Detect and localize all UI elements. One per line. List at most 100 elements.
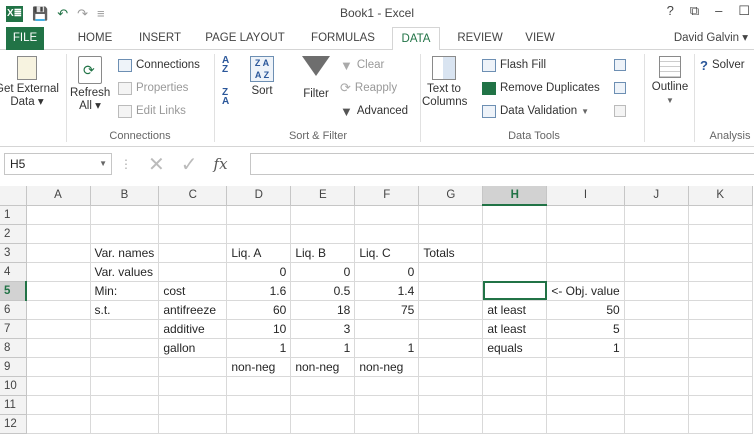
cell-c12[interactable] bbox=[158, 414, 228, 434]
formula-input[interactable] bbox=[250, 153, 754, 175]
cell-k5[interactable] bbox=[688, 281, 753, 301]
cell-j3[interactable] bbox=[624, 243, 689, 263]
solver-button[interactable]: ? Solver bbox=[700, 56, 745, 74]
cell-j6[interactable] bbox=[624, 300, 689, 320]
cell-a3[interactable] bbox=[26, 243, 91, 263]
cancel-icon[interactable]: ✕ bbox=[148, 152, 165, 177]
cell-f11[interactable] bbox=[354, 395, 420, 415]
column-header-k[interactable]: K bbox=[688, 186, 753, 206]
cell-k6[interactable] bbox=[688, 300, 753, 320]
tab-formulas[interactable]: FORMULAS bbox=[306, 27, 380, 50]
cell-e7[interactable]: 3 bbox=[290, 319, 356, 339]
get-external-data-button[interactable]: Get External Data ▾ bbox=[0, 56, 62, 109]
cell-d7[interactable]: 10 bbox=[226, 319, 292, 339]
cell-h11[interactable] bbox=[482, 395, 548, 415]
cell-e9[interactable]: non-neg bbox=[290, 357, 356, 377]
outline-button[interactable]: Outline ▼ bbox=[648, 56, 692, 107]
cell-g12[interactable] bbox=[418, 414, 484, 434]
row-header[interactable]: 2 bbox=[0, 224, 27, 244]
sort-button[interactable]: Z AA Z Sort bbox=[244, 56, 280, 98]
cell-h8[interactable]: equals bbox=[482, 338, 548, 358]
row-header[interactable]: 7 bbox=[0, 319, 27, 339]
cell-j10[interactable] bbox=[624, 376, 689, 396]
column-header-e[interactable]: E bbox=[290, 186, 356, 206]
cell-g3[interactable]: Totals bbox=[418, 243, 484, 263]
cell-f9[interactable]: non-neg bbox=[354, 357, 420, 377]
tab-review[interactable]: REVIEW bbox=[452, 27, 508, 50]
cell-d3[interactable]: Liq. A bbox=[226, 243, 292, 263]
cell-i4[interactable] bbox=[546, 262, 625, 282]
cell-j11[interactable] bbox=[624, 395, 689, 415]
cell-c7[interactable]: additive bbox=[158, 319, 228, 339]
cell-g2[interactable] bbox=[418, 224, 484, 244]
row-header[interactable]: 5 bbox=[0, 281, 27, 301]
cell-j12[interactable] bbox=[624, 414, 689, 434]
cell-f5[interactable]: 1.4 bbox=[354, 281, 420, 301]
cell-f1[interactable] bbox=[354, 205, 420, 225]
cell-c10[interactable] bbox=[158, 376, 228, 396]
cell-d6[interactable]: 60 bbox=[226, 300, 292, 320]
row-header[interactable]: 12 bbox=[0, 414, 27, 434]
column-header-f[interactable]: F bbox=[354, 186, 420, 206]
cell-i9[interactable] bbox=[546, 357, 625, 377]
cell-a5[interactable] bbox=[26, 281, 91, 301]
cell-f3[interactable]: Liq. C bbox=[354, 243, 420, 263]
filter-button[interactable]: Filter bbox=[296, 56, 336, 101]
user-account[interactable]: David Galvin ▾ bbox=[674, 27, 748, 50]
cell-h4[interactable] bbox=[482, 262, 548, 282]
cell-a10[interactable] bbox=[26, 376, 91, 396]
cell-a12[interactable] bbox=[26, 414, 91, 434]
cell-b7[interactable] bbox=[90, 319, 160, 339]
cell-e2[interactable] bbox=[290, 224, 356, 244]
cell-c2[interactable] bbox=[158, 224, 228, 244]
cell-a8[interactable] bbox=[26, 338, 91, 358]
cell-a7[interactable] bbox=[26, 319, 91, 339]
cell-h2[interactable] bbox=[482, 224, 548, 244]
cell-i5[interactable]: <- Obj. value bbox=[546, 281, 625, 301]
cell-a1[interactable] bbox=[26, 205, 91, 225]
cell-d10[interactable] bbox=[226, 376, 292, 396]
cell-b12[interactable] bbox=[90, 414, 160, 434]
minimize-icon[interactable]: – bbox=[715, 3, 722, 19]
column-header-c[interactable]: C bbox=[158, 186, 228, 206]
what-if-analysis-button[interactable] bbox=[614, 79, 626, 97]
cell-k3[interactable] bbox=[688, 243, 753, 263]
cell-g7[interactable] bbox=[418, 319, 484, 339]
cell-d1[interactable] bbox=[226, 205, 292, 225]
cell-e8[interactable]: 1 bbox=[290, 338, 356, 358]
cell-d11[interactable] bbox=[226, 395, 292, 415]
ribbon-display-icon[interactable]: ⧉ bbox=[690, 3, 699, 19]
cell-h10[interactable] bbox=[482, 376, 548, 396]
column-header-j[interactable]: J bbox=[624, 186, 689, 206]
cell-k4[interactable] bbox=[688, 262, 753, 282]
connections-button[interactable]: Connections bbox=[118, 56, 200, 74]
cell-c5[interactable]: cost bbox=[158, 281, 228, 301]
cell-k9[interactable] bbox=[688, 357, 753, 377]
row-header[interactable]: 1 bbox=[0, 205, 27, 225]
name-box[interactable]: H5 ▼ bbox=[4, 153, 112, 175]
cell-k1[interactable] bbox=[688, 205, 753, 225]
cell-i2[interactable] bbox=[546, 224, 625, 244]
flash-fill-button[interactable]: Flash Fill bbox=[482, 56, 546, 74]
clear-filter-button[interactable]: ▼ Clear bbox=[340, 56, 384, 74]
cell-k10[interactable] bbox=[688, 376, 753, 396]
cell-j4[interactable] bbox=[624, 262, 689, 282]
sort-z-a-button[interactable]: ZA bbox=[222, 88, 229, 107]
tab-view[interactable]: VIEW bbox=[518, 27, 562, 50]
cell-j2[interactable] bbox=[624, 224, 689, 244]
cell-g10[interactable] bbox=[418, 376, 484, 396]
cell-c11[interactable] bbox=[158, 395, 228, 415]
cell-c4[interactable] bbox=[158, 262, 228, 282]
cell-b2[interactable] bbox=[90, 224, 160, 244]
cell-i10[interactable] bbox=[546, 376, 625, 396]
cell-a4[interactable] bbox=[26, 262, 91, 282]
cell-g11[interactable] bbox=[418, 395, 484, 415]
row-header[interactable]: 8 bbox=[0, 338, 27, 358]
data-validation-button[interactable]: Data Validation ▼ bbox=[482, 102, 589, 120]
cell-e4[interactable]: 0 bbox=[290, 262, 356, 282]
cell-a11[interactable] bbox=[26, 395, 91, 415]
cell-d9[interactable]: non-neg bbox=[226, 357, 292, 377]
cell-a2[interactable] bbox=[26, 224, 91, 244]
cell-c8[interactable]: gallon bbox=[158, 338, 228, 358]
cell-a6[interactable] bbox=[26, 300, 91, 320]
